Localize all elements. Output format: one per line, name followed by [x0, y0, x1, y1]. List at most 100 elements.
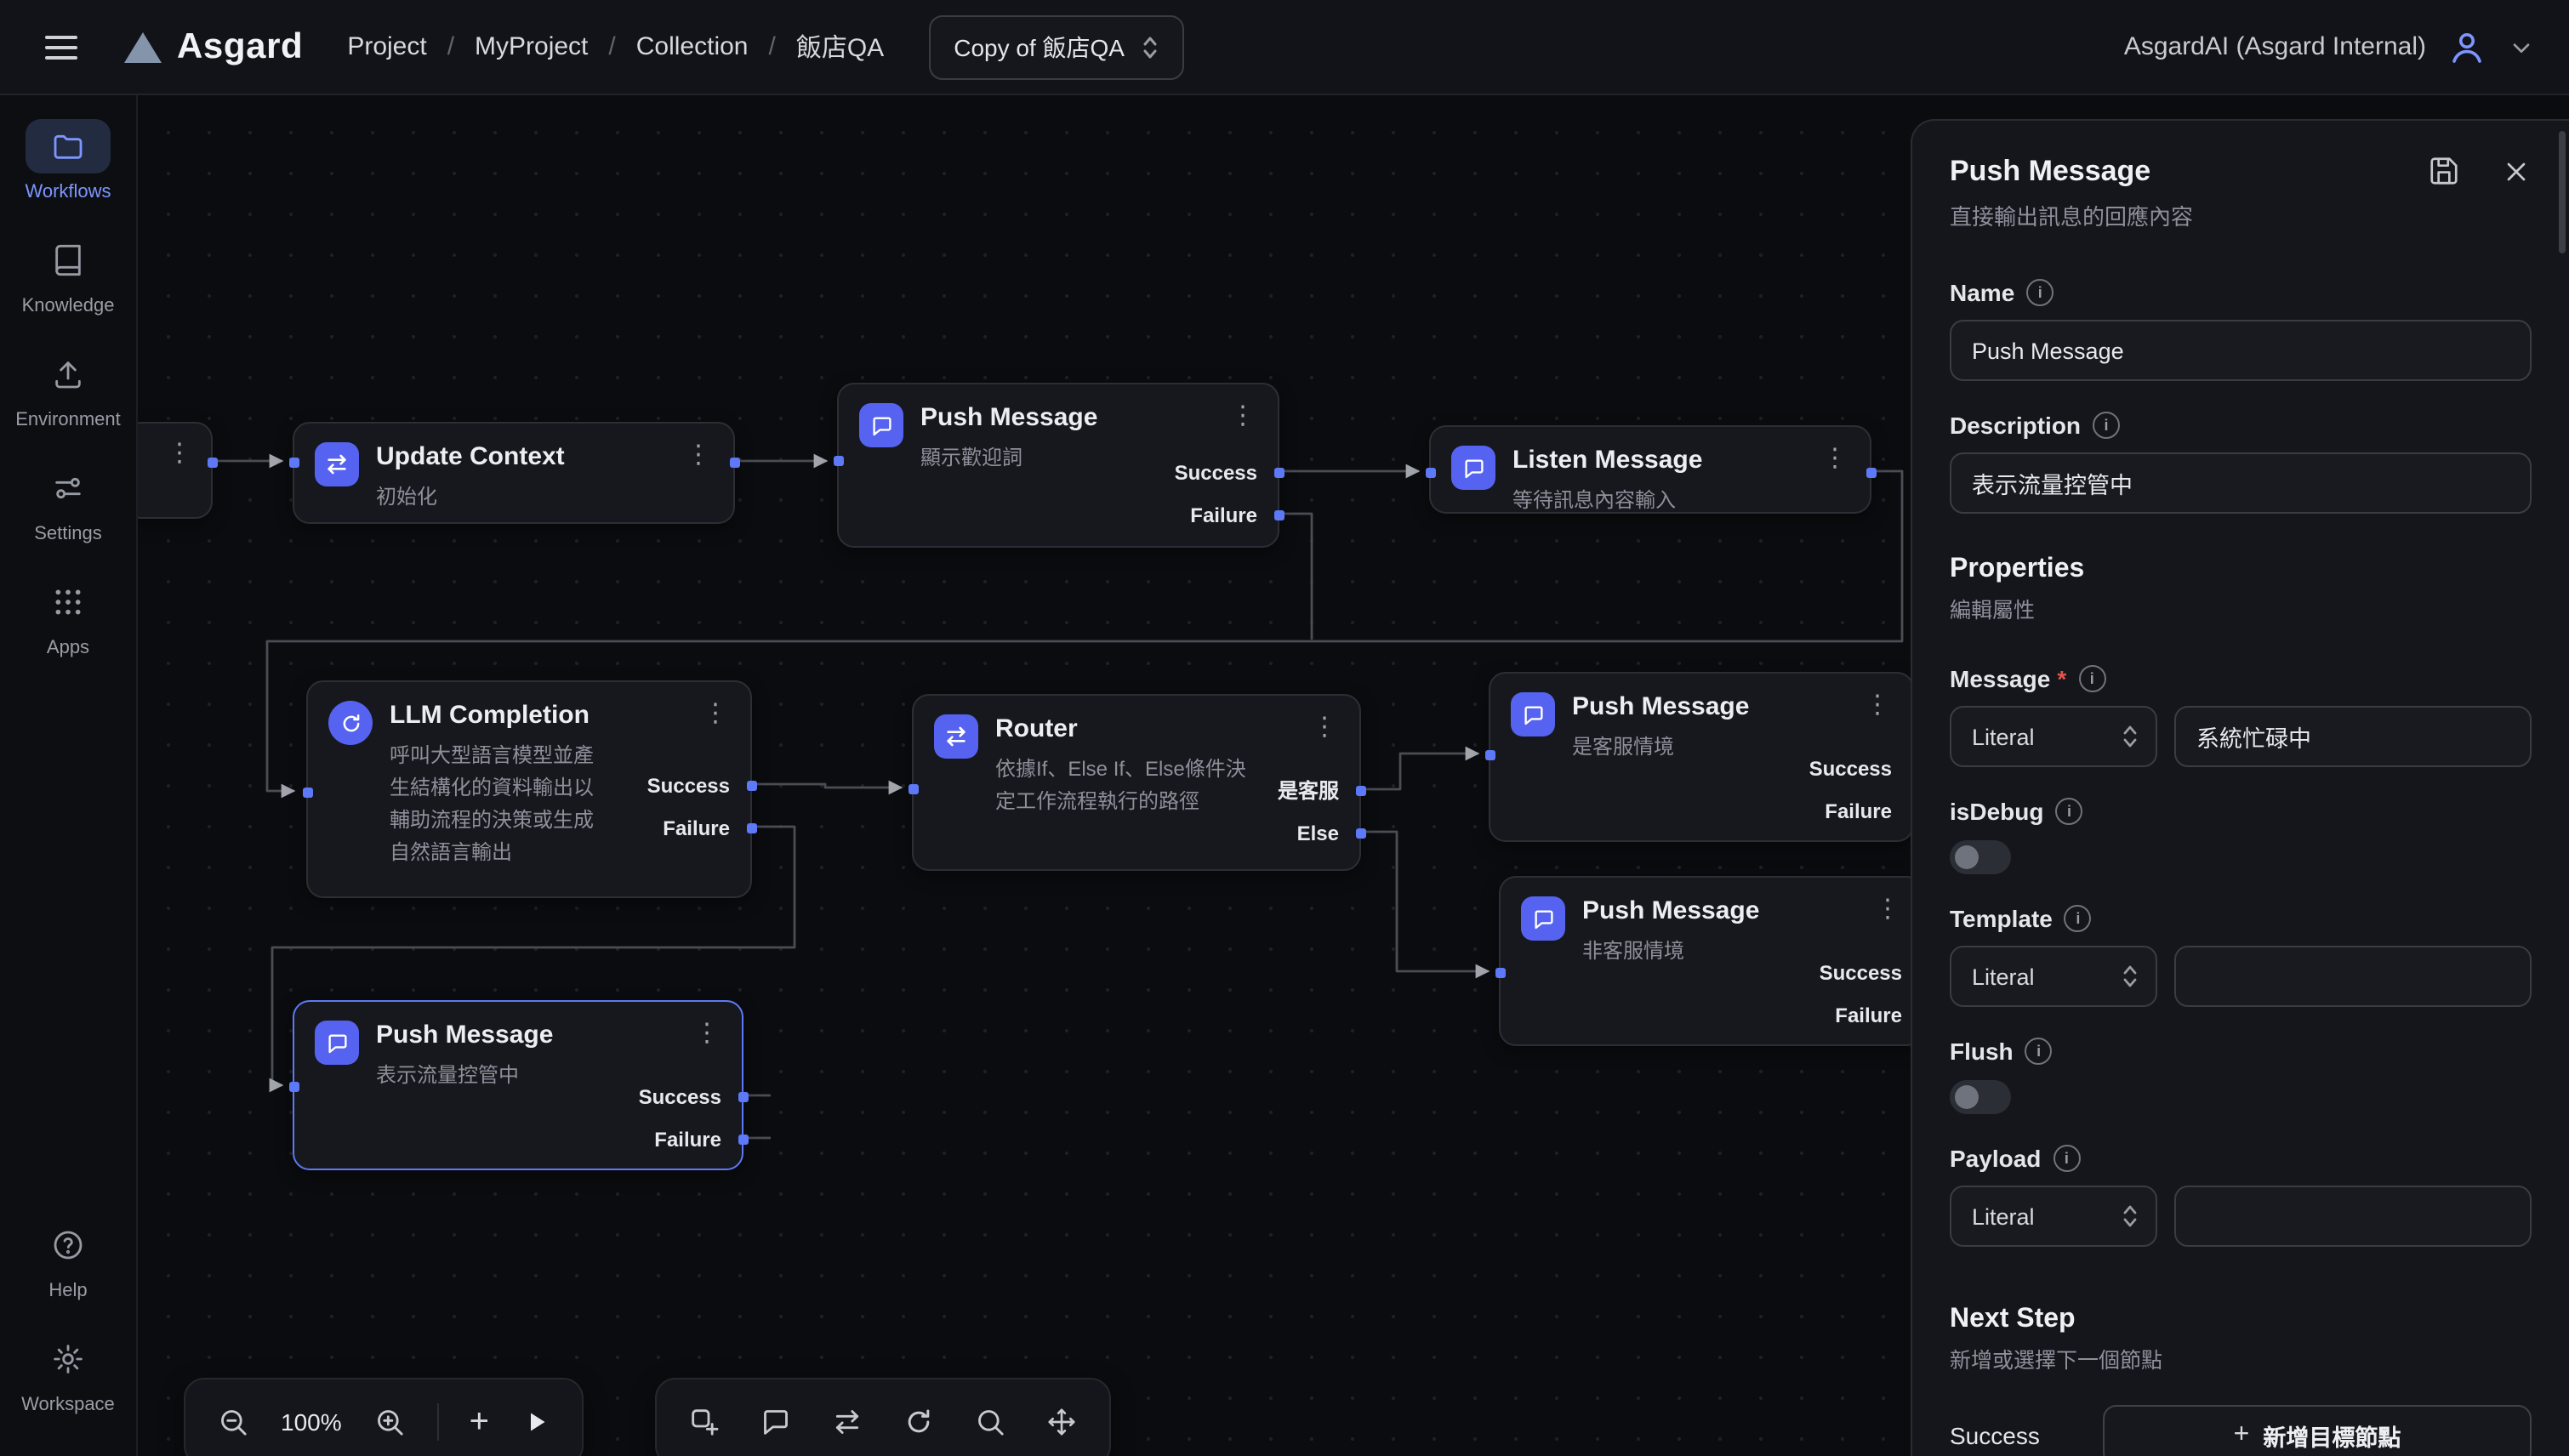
input-port[interactable]: [302, 788, 312, 798]
payload-value-input[interactable]: [2174, 1186, 2532, 1247]
input-port[interactable]: [288, 1082, 299, 1092]
node-title: Listen Message: [1512, 446, 1702, 478]
output-port-failure[interactable]: [746, 823, 756, 833]
panel-scrollbar[interactable]: [2559, 131, 2566, 253]
output-label-success: Success: [1820, 953, 1902, 993]
navbar-left: Asgard: [34, 20, 303, 74]
knowledge-book-icon: [26, 233, 111, 287]
add-node-icon[interactable]: [687, 1405, 721, 1439]
sidebar-item-help[interactable]: Help: [7, 1218, 129, 1301]
breadcrumb-current[interactable]: 飯店QA: [796, 29, 884, 65]
message-node-icon[interactable]: [759, 1405, 793, 1439]
kebab-menu-icon[interactable]: ⋮: [1303, 714, 1346, 742]
run-workflow-icon[interactable]: [520, 1407, 550, 1437]
fit-view-icon[interactable]: [1045, 1405, 1079, 1439]
info-icon[interactable]: i: [2078, 665, 2105, 692]
kebab-menu-icon[interactable]: ⋮: [1866, 896, 1909, 924]
input-port[interactable]: [1425, 468, 1435, 478]
sidebar-item-apps[interactable]: Apps: [7, 575, 129, 658]
logo-text: Asgard: [177, 26, 303, 67]
input-port[interactable]: [1484, 750, 1495, 760]
kebab-menu-icon[interactable]: ⋮: [1222, 403, 1264, 431]
chat-bubble-icon: [1511, 692, 1555, 737]
node-update-context[interactable]: Update Context 初始化 ⋮: [293, 422, 735, 524]
payload-type-select[interactable]: Literal: [1950, 1186, 2157, 1247]
info-icon[interactable]: i: [2026, 279, 2053, 306]
kebab-menu-icon[interactable]: ⋮: [158, 441, 201, 469]
swap-icon: [934, 714, 978, 759]
info-icon[interactable]: i: [2053, 1145, 2080, 1172]
output-label-failure: Failure: [1835, 995, 1902, 1036]
node-push-message-flow-control[interactable]: Push Message 表示流量控管中 ⋮ Success Failure: [293, 1000, 743, 1170]
output-port[interactable]: [729, 458, 739, 468]
breadcrumb-myproject[interactable]: MyProject: [475, 32, 588, 61]
workflow-version-select[interactable]: Copy of 飯店QA: [928, 14, 1184, 79]
workflows-folder-icon: [26, 119, 111, 173]
node-router[interactable]: Router 依據If、Else If、Else條件決定工作流程執行的路徑 ⋮ …: [912, 694, 1361, 871]
output-port-success[interactable]: [1273, 468, 1284, 478]
output-port-failure[interactable]: [738, 1135, 748, 1145]
llm-node-icon[interactable]: [902, 1405, 936, 1439]
add-target-node-button-success[interactable]: + 新增目標節點: [2103, 1405, 2532, 1456]
add-icon[interactable]: +: [470, 1405, 489, 1439]
info-icon[interactable]: i: [2025, 1038, 2053, 1065]
isdebug-toggle[interactable]: [1950, 840, 2011, 874]
zoom-in-icon[interactable]: [373, 1405, 407, 1439]
close-icon[interactable]: [2501, 156, 2532, 186]
sidebar-item-knowledge[interactable]: Knowledge: [7, 233, 129, 316]
info-icon[interactable]: i: [2093, 412, 2120, 439]
node-push-message-cs[interactable]: Push Message 是客服情境 ⋮ Success Failure: [1489, 672, 1914, 842]
output-port-failure[interactable]: [1273, 510, 1284, 520]
template-type-select[interactable]: Literal: [1950, 946, 2157, 1007]
save-icon[interactable]: [2428, 155, 2460, 187]
input-port[interactable]: [833, 456, 843, 466]
router-node-icon[interactable]: [830, 1405, 864, 1439]
breadcrumb-collection[interactable]: Collection: [636, 32, 749, 61]
input-port[interactable]: [1495, 968, 1505, 978]
kebab-menu-icon[interactable]: ⋮: [686, 1021, 728, 1049]
template-value-input[interactable]: [2174, 946, 2532, 1007]
input-port[interactable]: [908, 784, 918, 794]
message-type-select[interactable]: Literal: [1950, 706, 2157, 767]
isdebug-label: isDebug i: [1950, 798, 2532, 825]
settings-tune-icon: [26, 461, 111, 515]
hamburger-menu-icon[interactable]: [34, 20, 88, 74]
zoom-out-icon[interactable]: [216, 1405, 250, 1439]
message-value-input[interactable]: [2174, 706, 2532, 767]
breadcrumb-project[interactable]: Project: [347, 32, 426, 61]
name-input[interactable]: [1950, 320, 2532, 381]
info-icon[interactable]: i: [2055, 798, 2082, 825]
flush-label: Flush i: [1950, 1038, 2532, 1065]
breadcrumb-separator: /: [769, 32, 776, 61]
output-port-else[interactable]: [1355, 828, 1365, 839]
node-push-message-noncs[interactable]: Push Message 非客服情境 ⋮ Success Failure: [1499, 876, 1924, 1046]
description-input[interactable]: [1950, 452, 2532, 514]
search-icon[interactable]: [973, 1405, 1007, 1439]
output-port[interactable]: [1866, 468, 1876, 478]
input-port[interactable]: [288, 458, 299, 468]
node-listen-message[interactable]: Listen Message 等待訊息內容輸入 ⋮: [1429, 425, 1871, 514]
kebab-menu-icon[interactable]: ⋮: [1856, 692, 1899, 720]
sidebar-item-settings[interactable]: Settings: [7, 461, 129, 544]
node-llm-completion[interactable]: LLM Completion 呼叫大型語言模型並產生結構化的資料輸出以輔助流程的…: [306, 680, 752, 898]
output-port-iscs[interactable]: [1355, 786, 1365, 796]
chevron-down-icon[interactable]: [2508, 33, 2535, 60]
kebab-menu-icon[interactable]: ⋮: [694, 701, 737, 729]
select-chevrons-icon: [2122, 723, 2139, 750]
asgard-logo[interactable]: Asgard: [122, 26, 303, 67]
kebab-menu-icon[interactable]: ⋮: [1814, 446, 1856, 474]
properties-title: Properties: [1950, 555, 2532, 585]
output-port[interactable]: [207, 458, 217, 468]
account-menu[interactable]: AsgardAI (Asgard Internal): [2124, 26, 2535, 67]
sidebar-item-environment[interactable]: Environment: [7, 347, 129, 430]
output-port-success[interactable]: [738, 1092, 748, 1102]
flush-toggle[interactable]: [1950, 1080, 2011, 1114]
node-push-message-welcome[interactable]: Push Message 顯示歡迎詞 ⋮ Success Failure: [837, 383, 1279, 548]
sidebar-item-workspace[interactable]: Workspace: [7, 1332, 129, 1415]
kebab-menu-icon[interactable]: ⋮: [677, 442, 720, 470]
node-subtitle: 呼叫大型語言模型並產生結構化的資料輸出以輔助流程的決策或生成自然語言輸出: [390, 740, 604, 871]
node-partial[interactable]: ⋮: [138, 422, 213, 519]
output-port-success[interactable]: [746, 781, 756, 791]
info-icon[interactable]: i: [2065, 905, 2092, 932]
sidebar-item-workflows[interactable]: Workflows: [7, 119, 129, 202]
